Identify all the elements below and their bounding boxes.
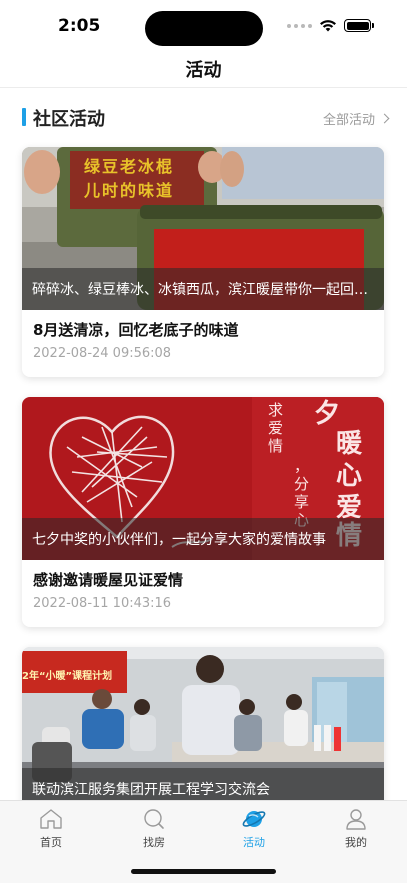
search-icon	[144, 809, 164, 829]
activity-date: 2022-08-24 09:56:08	[33, 346, 172, 361]
activity-image: 夕 暖 心 爱 情 求爱情 ，分享心 七夕中奖的小伙伴们，一起分享大家的爱情故事	[22, 397, 384, 560]
tab-mine[interactable]: 我的	[326, 807, 386, 851]
activity-image: 2年“小暖”课程计划 联动滨江服务集团开展工程学习交流会	[22, 647, 384, 810]
page-title: 活动	[185, 59, 222, 81]
nav-bar: 活动	[0, 50, 407, 88]
wifi-icon	[320, 20, 336, 32]
section-title: 社区活动	[33, 109, 105, 130]
section-accent-bar	[22, 108, 26, 126]
poster-lettering: 求爱情	[268, 401, 284, 455]
image-caption-overlay: 碎碎冰、绿豆棒冰、冰镇西瓜，滨江暖屋带你一起回忆老底子的味道	[22, 268, 384, 310]
status-time: 2:05	[58, 16, 101, 36]
activity-caption: 联动滨江服务集团开展工程学习交流会	[32, 782, 270, 798]
bag-lettering: 绿豆老冰棍	[84, 157, 175, 176]
tab-activities[interactable]: 活动	[224, 807, 284, 851]
tab-label: 我的	[345, 836, 367, 849]
dynamic-island	[145, 11, 263, 46]
status-indicators	[287, 19, 374, 32]
tab-home[interactable]: 首页	[21, 807, 81, 851]
status-bar: 2:05	[0, 0, 407, 50]
activity-caption: 碎碎冰、绿豆棒冰、冰镇西瓜，滨江暖屋带你一起回忆老底子的味道	[32, 282, 374, 298]
home-icon	[40, 809, 62, 829]
activity-title: 感谢邀请暖屋见证爱情	[33, 571, 184, 589]
battery-icon	[344, 19, 374, 32]
planet-icon	[242, 811, 266, 827]
tab-find-housing[interactable]: 找房	[124, 807, 184, 851]
tab-label: 首页	[40, 836, 62, 849]
cellular-signal-icon	[287, 23, 312, 28]
activity-title: 8月送清凉，回忆老底子的味道	[33, 321, 239, 339]
home-indicator	[131, 869, 276, 874]
chevron-right-icon	[379, 113, 390, 124]
banner-lettering: 2年“小暖”课程计划	[22, 671, 113, 682]
activity-caption: 七夕中奖的小伙伴们，一起分享大家的爱情故事	[32, 532, 326, 548]
bag-lettering: 儿时的味道	[84, 181, 175, 200]
activity-image: 绿豆老冰棍 儿时的味道 碎碎冰、绿豆棒冰、冰镇西瓜，滨江暖屋带你一起回忆老底子的…	[22, 147, 384, 310]
activity-date: 2022-08-11 10:43:16	[33, 596, 172, 611]
section-header: 社区活动 全部活动	[22, 104, 390, 130]
tab-label: 找房	[143, 836, 165, 849]
user-icon	[346, 809, 366, 830]
tab-label: 活动	[243, 836, 265, 849]
activity-card[interactable]: 夕 暖 心 爱 情 求爱情 ，分享心 七夕中奖的小伙伴们，一起分享大家的爱情故事…	[22, 397, 384, 627]
view-all-activities-link[interactable]: 全部活动	[322, 109, 390, 128]
image-caption-overlay: 七夕中奖的小伙伴们，一起分享大家的爱情故事	[22, 518, 384, 560]
view-all-label: 全部活动	[322, 113, 375, 128]
activity-card[interactable]: 绿豆老冰棍 儿时的味道 碎碎冰、绿豆棒冰、冰镇西瓜，滨江暖屋带你一起回忆老底子的…	[22, 147, 384, 377]
